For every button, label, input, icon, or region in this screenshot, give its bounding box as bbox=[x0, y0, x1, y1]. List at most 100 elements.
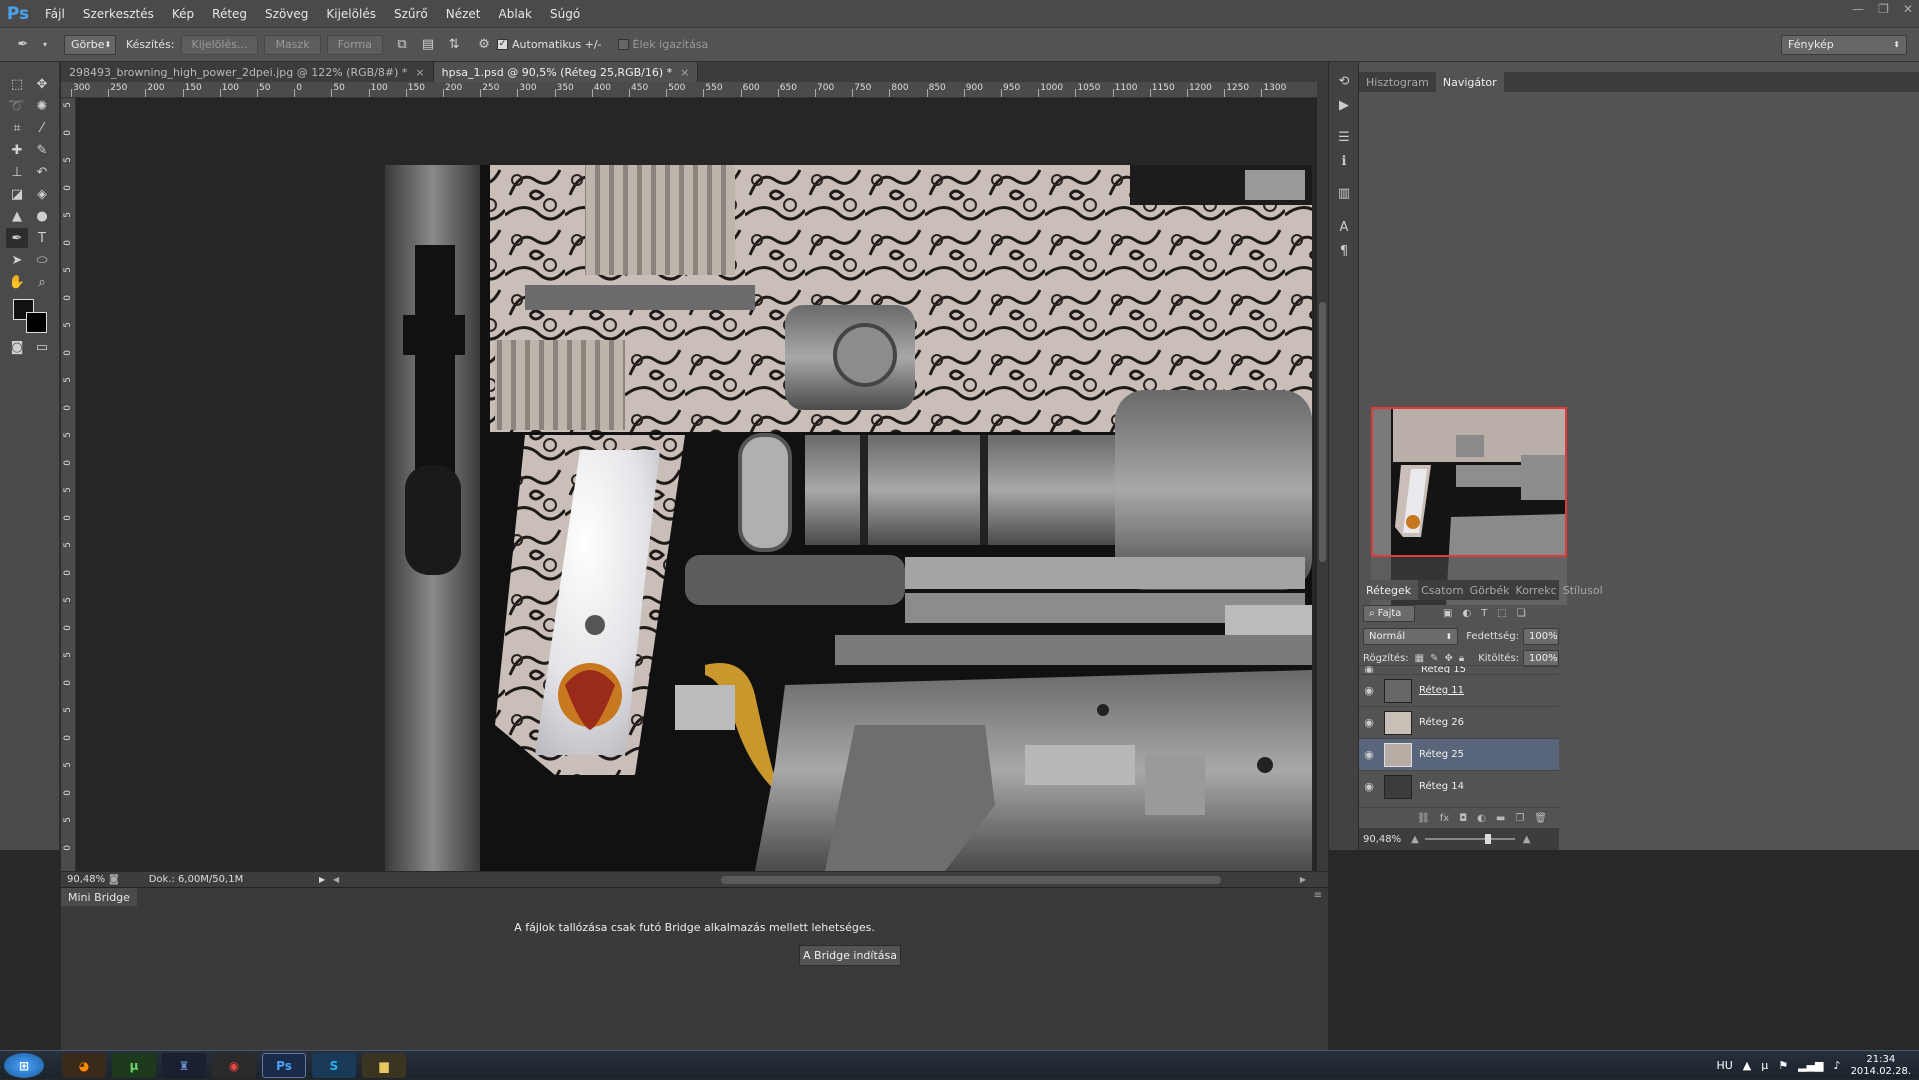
workspace-select[interactable]: Fénykép ⬍ bbox=[1781, 34, 1907, 55]
launch-bridge-button[interactable]: A Bridge indítása bbox=[799, 945, 901, 966]
layer-filter-select[interactable]: ⌕ Fajta bbox=[1363, 604, 1415, 622]
filter-shape-icon[interactable]: ⬚ bbox=[1497, 608, 1506, 619]
layer-row[interactable]: ◉ Réteg 14 bbox=[1359, 770, 1559, 802]
restore-icon[interactable]: ❐ bbox=[1878, 2, 1889, 16]
filter-smart-object-icon[interactable]: ❏ bbox=[1517, 608, 1526, 619]
marquee-tool-icon[interactable]: ⬚ bbox=[6, 74, 28, 94]
auto-add-delete-checkbox[interactable]: ✓ bbox=[497, 39, 509, 50]
tab-hpsa-psd[interactable]: hpsa_1.psd @ 90,5% (Réteg 25,RGB/16) * × bbox=[433, 62, 699, 82]
healing-brush-icon[interactable]: ✚ bbox=[6, 140, 28, 160]
layer-row[interactable]: ◉ Réteg 15 bbox=[1359, 665, 1559, 673]
filter-pixel-icon[interactable]: ▣ bbox=[1443, 608, 1452, 619]
align-edges-checkbox[interactable] bbox=[617, 39, 629, 50]
delete-layer-icon[interactable]: 🗑︎ bbox=[1534, 813, 1547, 824]
blend-mode-select[interactable]: Normál ⬍ bbox=[1363, 627, 1459, 645]
menu-4[interactable]: Szöveg bbox=[256, 7, 317, 21]
utorrent-taskbar-icon[interactable]: µ bbox=[112, 1053, 156, 1078]
fx-icon[interactable]: fx bbox=[1440, 813, 1449, 824]
start-button[interactable]: ⊞ bbox=[4, 1053, 44, 1078]
tab-channels[interactable]: Csatorn bbox=[1418, 580, 1467, 600]
menu-3[interactable]: Réteg bbox=[203, 7, 256, 21]
vertical-scrollbar[interactable] bbox=[1317, 82, 1328, 871]
flag-icon[interactable]: ⚑ bbox=[1778, 1059, 1788, 1072]
language-indicator[interactable]: HU bbox=[1716, 1059, 1732, 1072]
adjustments-icon[interactable]: ▥ bbox=[1335, 184, 1353, 202]
lock-position-icon[interactable]: ✥ bbox=[1445, 653, 1453, 664]
zoom-level[interactable]: 90,48% bbox=[67, 874, 105, 885]
scroll-left-icon[interactable]: ◀ bbox=[333, 875, 339, 884]
eye-icon[interactable]: ◉ bbox=[1359, 748, 1379, 761]
actions-play-icon[interactable]: ▶ bbox=[1335, 96, 1353, 114]
skype-taskbar-icon[interactable]: S bbox=[312, 1053, 356, 1078]
make-shape-button[interactable]: Forma bbox=[326, 34, 384, 55]
path-selection-icon[interactable]: ➤ bbox=[6, 250, 28, 270]
status-menu-arrow-icon[interactable]: ▶ bbox=[319, 875, 325, 884]
link-layers-icon[interactable]: ⛓ bbox=[1417, 813, 1430, 824]
eye-icon[interactable]: ◉ bbox=[1359, 666, 1379, 673]
paint-bucket-icon[interactable]: ◈ bbox=[31, 184, 53, 204]
eyedropper-icon[interactable]: ⁄ bbox=[31, 118, 53, 138]
menu-6[interactable]: Szűrő bbox=[385, 7, 437, 21]
firefox-taskbar-icon[interactable]: ◕ bbox=[62, 1053, 106, 1078]
gear-icon[interactable]: ⚙ bbox=[475, 36, 493, 54]
layer-row[interactable]: ◉ Réteg 26 bbox=[1359, 706, 1559, 738]
zoom-slider[interactable] bbox=[1424, 834, 1515, 844]
tab-adjustments[interactable]: Korrekc bbox=[1513, 580, 1560, 600]
close-icon[interactable]: × bbox=[680, 66, 689, 79]
make-mask-button[interactable]: Maszk bbox=[264, 34, 321, 55]
background-color-swatch[interactable] bbox=[26, 312, 47, 333]
new-layer-icon[interactable]: ❐ bbox=[1515, 813, 1524, 824]
path-alignment-icon[interactable]: ▤ bbox=[419, 36, 437, 54]
lock-pixels-icon[interactable]: ✎ bbox=[1430, 653, 1438, 664]
filter-adjustment-icon[interactable]: ◐ bbox=[1462, 608, 1471, 619]
menu-0[interactable]: Fájl bbox=[36, 7, 74, 21]
menu-5[interactable]: Kijelölés bbox=[317, 7, 385, 21]
clock[interactable]: 21:34 2014.02.28. bbox=[1851, 1054, 1911, 1078]
navigator-zoom-value[interactable]: 90,48% bbox=[1363, 834, 1401, 845]
document-canvas-image[interactable] bbox=[385, 165, 1312, 871]
tab-layers[interactable]: Rétegek bbox=[1359, 580, 1419, 600]
opacity-input[interactable]: 100% bbox=[1523, 627, 1559, 645]
tray-expand-icon[interactable]: ▲ bbox=[1743, 1059, 1751, 1072]
game-taskbar-icon[interactable]: ♜ bbox=[162, 1053, 206, 1078]
make-selection-button[interactable]: Kijelölés... bbox=[180, 34, 259, 55]
tab-styles[interactable]: Stílusol bbox=[1560, 580, 1606, 600]
volume-icon[interactable]: ♪ bbox=[1834, 1059, 1841, 1072]
add-mask-icon[interactable]: ◘ bbox=[1459, 813, 1467, 824]
photoshop-taskbar-icon[interactable]: Ps bbox=[262, 1053, 306, 1078]
tab-histogram[interactable]: Hisztogram bbox=[1359, 72, 1436, 92]
utorrent-tray-icon[interactable]: µ bbox=[1761, 1059, 1768, 1072]
clone-stamp-icon[interactable]: ⊥ bbox=[6, 162, 28, 182]
new-adjustment-icon[interactable]: ◐ bbox=[1477, 813, 1486, 824]
tool-mode-select[interactable]: Görbe ⬍ bbox=[64, 34, 116, 55]
tab-navigator[interactable]: Navigátor bbox=[1435, 72, 1504, 92]
ellipse-tool-icon[interactable]: ⬭ bbox=[31, 250, 53, 270]
navigator-view-box[interactable] bbox=[1371, 407, 1567, 557]
magic-wand-icon[interactable]: ✺ bbox=[31, 96, 53, 116]
fill-input[interactable]: 100% bbox=[1523, 649, 1560, 667]
chrome-taskbar-icon[interactable]: ◉ bbox=[212, 1053, 256, 1078]
zoom-slider-handle[interactable] bbox=[1484, 834, 1491, 844]
eye-icon[interactable]: ◉ bbox=[1359, 780, 1379, 793]
menu-7[interactable]: Nézet bbox=[437, 7, 490, 21]
path-operations-icon[interactable]: ⧉ bbox=[393, 36, 411, 54]
type-tool-icon[interactable]: T bbox=[31, 228, 53, 248]
mini-bridge-tab[interactable]: Mini Bridge bbox=[61, 888, 137, 906]
history-brush-icon[interactable]: ↶ bbox=[31, 162, 53, 182]
network-icon[interactable]: ▂▄▆ bbox=[1798, 1059, 1823, 1072]
hand-tool-icon[interactable]: ✋ bbox=[6, 272, 28, 292]
layer-row[interactable]: ◉ Réteg 25 bbox=[1359, 738, 1559, 770]
filter-type-icon[interactable]: T bbox=[1481, 608, 1487, 619]
scroll-right-icon[interactable]: ▶ bbox=[1300, 875, 1306, 884]
zoom-in-icon[interactable]: ▲ bbox=[1523, 834, 1531, 845]
vertical-scroll-thumb[interactable] bbox=[1319, 302, 1326, 562]
zoom-out-icon[interactable]: ▲ bbox=[1411, 834, 1419, 845]
properties-icon[interactable]: ☰ bbox=[1335, 128, 1353, 146]
lock-all-icon[interactable]: 🔒︎ bbox=[1459, 653, 1464, 664]
menu-8[interactable]: Ablak bbox=[490, 7, 541, 21]
history-icon[interactable]: ⟲ bbox=[1335, 72, 1353, 90]
info-icon[interactable]: ℹ bbox=[1335, 152, 1353, 170]
crop-tool-icon[interactable]: ⌗ bbox=[6, 118, 28, 138]
zoom-tool-icon[interactable]: ⌕ bbox=[31, 272, 53, 292]
menu-1[interactable]: Szerkesztés bbox=[74, 7, 163, 21]
